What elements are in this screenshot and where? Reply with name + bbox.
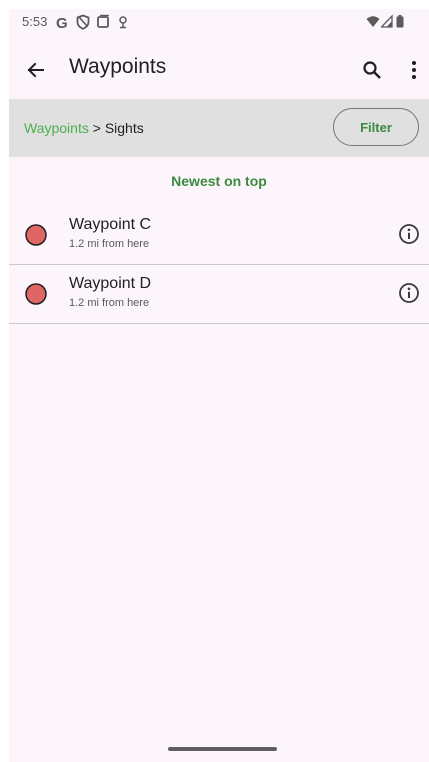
app-bar: Waypoints: [9, 37, 429, 99]
info-icon[interactable]: [398, 223, 420, 245]
google-g-icon: G: [56, 15, 68, 30]
search-icon: [363, 61, 381, 79]
more-vertical-icon: [412, 61, 416, 79]
svg-text:G: G: [56, 15, 68, 30]
status-bar: 5:53 G: [9, 9, 429, 37]
waypoint-title: Waypoint C: [69, 216, 152, 233]
gesture-nav-handle[interactable]: [168, 747, 277, 751]
page-title: Waypoints: [69, 55, 167, 78]
breadcrumb: Waypoints > Sights: [24, 120, 144, 136]
filter-button[interactable]: Filter: [333, 108, 419, 146]
battery-icon: [396, 15, 404, 28]
waypoint-title: Waypoint D: [69, 275, 152, 292]
info-icon[interactable]: [398, 282, 420, 304]
breadcrumb-bar: Waypoints > Sights Filter: [9, 99, 429, 157]
sort-order-header: Newest on top: [171, 173, 267, 189]
search-button[interactable]: [357, 55, 387, 85]
wifi-icon: [366, 16, 380, 27]
waypoint-distance: 1.2 mi from here: [69, 297, 150, 309]
list-item[interactable]: Waypoint C 1.2 mi from here: [9, 206, 429, 265]
arrow-left-icon: [27, 62, 44, 78]
shield-icon: [76, 14, 90, 30]
breadcrumb-current: Sights: [104, 120, 144, 136]
waypoint-marker-icon: [25, 283, 47, 305]
app-screen: 5:53 G Waypoints Waypoints > Sights Filt…: [9, 9, 429, 762]
overflow-menu-button[interactable]: [401, 55, 427, 85]
waypoint-list: Waypoint C 1.2 mi from here Waypoint D 1…: [9, 206, 429, 324]
status-time: 5:53: [22, 14, 48, 29]
cell-signal-icon: [381, 14, 393, 28]
waypoint-distance: 1.2 mi from here: [69, 238, 150, 250]
breadcrumb-root-link[interactable]: Waypoints: [24, 120, 89, 136]
list-item[interactable]: Waypoint D 1.2 mi from here: [9, 265, 429, 324]
waypoint-marker-icon: [25, 224, 47, 246]
breadcrumb-separator: >: [88, 120, 105, 136]
location-pin-icon: [119, 16, 127, 29]
square-icon: [97, 14, 109, 28]
back-button[interactable]: [19, 53, 53, 87]
